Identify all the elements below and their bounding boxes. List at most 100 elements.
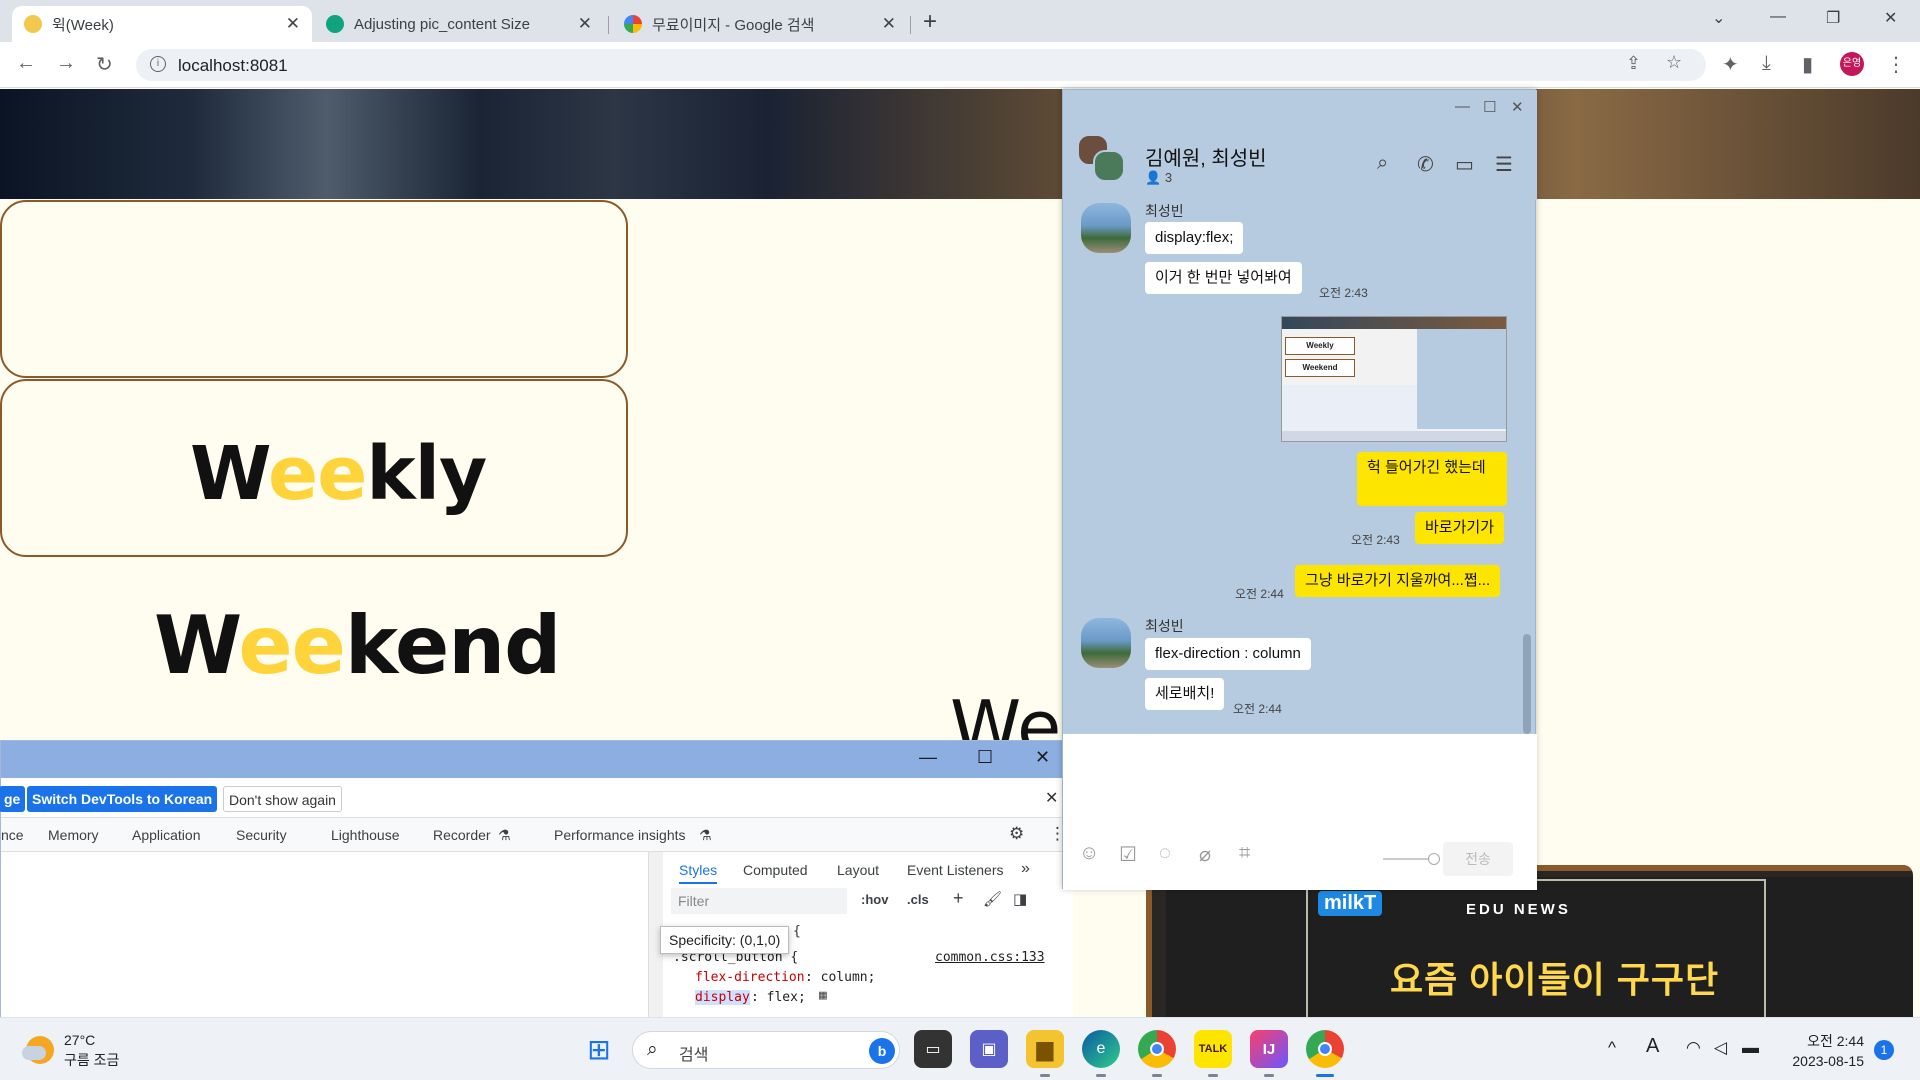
attachment-icon[interactable]: ⌀ xyxy=(1199,842,1211,867)
settings-gear-icon[interactable]: ⚙ xyxy=(1009,824,1024,844)
restore-icon[interactable]: ❐ xyxy=(1826,8,1840,28)
styles-filter-input[interactable]: Filter xyxy=(671,888,847,914)
chat-menu-icon[interactable]: ☰ xyxy=(1495,152,1513,177)
css-value-column[interactable]: : column; xyxy=(805,970,875,985)
battery-icon[interactable]: ▬ xyxy=(1742,1038,1759,1058)
chrome-active-icon[interactable] xyxy=(1306,1030,1344,1068)
tab-layout[interactable]: Layout xyxy=(837,862,879,878)
tab-application[interactable]: Application xyxy=(132,827,201,843)
bing-icon[interactable]: b xyxy=(869,1038,895,1064)
forward-icon[interactable]: → xyxy=(56,52,76,75)
reload-icon[interactable]: ↻ xyxy=(96,52,113,77)
tab-event-listeners[interactable]: Event Listeners xyxy=(907,862,1004,878)
search-icon[interactable]: ⌕ xyxy=(1377,152,1388,175)
volume-icon[interactable]: ◁ xyxy=(1714,1038,1727,1058)
switch-language-button[interactable]: Switch DevTools to Korean xyxy=(27,786,218,812)
file-explorer-icon[interactable]: ▆ xyxy=(1026,1030,1064,1068)
tab-styles[interactable]: Styles xyxy=(679,862,718,884)
message-bubble[interactable]: display:flex; xyxy=(1145,222,1244,254)
chat-minimize-icon[interactable]: — xyxy=(1455,98,1470,115)
notification-badge[interactable]: 1 xyxy=(1874,1040,1894,1060)
site-info-icon[interactable]: i xyxy=(150,56,166,72)
side-panel-icon[interactable]: ▮ xyxy=(1802,52,1813,77)
hov-toggle[interactable]: :hov xyxy=(861,892,888,907)
group-avatar[interactable] xyxy=(1077,134,1125,182)
address-bar[interactable]: i localhost:8081 ⇪ ☆ xyxy=(136,49,1706,81)
tab-search-icon[interactable]: ⌄ xyxy=(1712,8,1725,28)
close-tab-icon[interactable]: ✕ xyxy=(882,14,896,34)
tab-recorder[interactable]: Recorder xyxy=(433,827,491,843)
teams-chat-icon[interactable]: ▣ xyxy=(970,1030,1008,1068)
phone-icon[interactable]: ✆ xyxy=(1417,152,1434,177)
ime-indicator-icon[interactable]: A xyxy=(1646,1035,1659,1058)
weekend-title[interactable]: Weekend xyxy=(154,599,561,692)
weather-widget[interactable]: 27°C 구름 조금 xyxy=(22,1030,182,1072)
chat-scrollbar[interactable] xyxy=(1523,634,1531,734)
my-message-bubble[interactable]: 그냥 바로가기 지울까여...쩝... xyxy=(1295,565,1501,597)
video-call-icon[interactable]: ▭ xyxy=(1455,152,1474,177)
more-tabs-icon[interactable]: » xyxy=(1021,860,1030,878)
minimize-icon[interactable]: — xyxy=(1770,8,1786,26)
sender-avatar[interactable] xyxy=(1081,618,1131,668)
css-prop-display[interactable]: display xyxy=(695,990,750,1005)
cls-toggle[interactable]: .cls xyxy=(907,892,929,907)
tab-computed[interactable]: Computed xyxy=(743,862,808,878)
chat-maximize-icon[interactable]: ☐ xyxy=(1483,98,1496,116)
sender-avatar[interactable] xyxy=(1081,203,1131,253)
devtools-close-icon[interactable]: ✕ xyxy=(1035,747,1050,768)
flexbox-editor-icon[interactable]: ▦ xyxy=(819,988,827,1003)
chat-close-icon[interactable]: ✕ xyxy=(1511,98,1524,116)
calendar-icon[interactable]: ☑ xyxy=(1119,842,1137,867)
screenshot-image-message[interactable]: Weekly Weekend xyxy=(1281,316,1507,442)
wifi-icon[interactable]: ◠ xyxy=(1686,1038,1701,1058)
tab-adjusting[interactable]: Adjusting pic_content Size ✕ xyxy=(314,6,604,42)
close-window-icon[interactable]: ✕ xyxy=(1884,8,1897,28)
banner-close-icon[interactable]: ✕ xyxy=(1045,788,1058,808)
my-message-bubble[interactable]: 헉 들어가긴 했는데 xyxy=(1357,452,1507,506)
edge-icon[interactable]: e xyxy=(1082,1030,1120,1068)
close-tab-icon[interactable]: ✕ xyxy=(286,14,300,34)
share-icon[interactable]: ⇪ xyxy=(1626,53,1641,74)
css-value-flex[interactable]: : flex; xyxy=(751,990,806,1005)
emoticon-icon[interactable]: ☺ xyxy=(1079,842,1099,865)
new-tab-icon[interactable]: + xyxy=(923,8,937,36)
intellij-icon[interactable]: IJ xyxy=(1250,1030,1288,1068)
task-view-icon[interactable]: ▭ xyxy=(914,1030,952,1068)
profile-avatar[interactable]: 은영 xyxy=(1840,52,1864,76)
tab-lighthouse[interactable]: Lighthouse xyxy=(331,827,400,843)
message-bubble[interactable]: 이거 한 번만 넣어봐여 xyxy=(1145,262,1302,294)
tab-performance[interactable]: nce xyxy=(1,827,24,843)
devtools-minimize-icon[interactable]: — xyxy=(919,747,937,768)
devtools-maximize-icon[interactable]: ☐ xyxy=(977,747,993,768)
back-icon[interactable]: ← xyxy=(16,52,36,75)
send-button[interactable]: 전송 xyxy=(1443,842,1513,876)
capture-icon[interactable]: ⌗ xyxy=(1239,842,1250,865)
menu-icon[interactable]: ⋮ xyxy=(1886,52,1906,77)
transparency-slider[interactable] xyxy=(1383,853,1440,865)
show-hidden-icons-icon[interactable]: ^ xyxy=(1608,1038,1616,1058)
paint-brush-icon[interactable]: 🖌 xyxy=(983,890,1002,908)
taskbar-search[interactable]: ⌕ 검색 b xyxy=(632,1031,900,1069)
windows-start-icon[interactable]: ⊞ xyxy=(580,1030,618,1068)
message-input-area[interactable]: ☺ ☑ ◌ ⌀ ⌗ 전송 xyxy=(1063,734,1537,890)
close-tab-icon[interactable]: ✕ xyxy=(578,14,592,34)
css-source-link[interactable]: common.css:133 xyxy=(935,950,1045,965)
css-prop-flex-direction[interactable]: flex-direction xyxy=(695,970,805,985)
tab-performance-insights[interactable]: Performance insights xyxy=(554,827,686,843)
weekly-card[interactable]: Weekly xyxy=(0,379,628,557)
new-style-rule-icon[interactable]: + xyxy=(953,888,964,909)
tab-security[interactable]: Security xyxy=(236,827,287,843)
kakaotalk-icon[interactable]: TALK xyxy=(1194,1030,1232,1068)
speech-bubble-icon[interactable]: ◌ xyxy=(1159,842,1171,865)
tab-week[interactable]: 윅(Week) ✕ xyxy=(12,6,312,42)
tab-google[interactable]: 무료이미지 - Google 검색 ✕ xyxy=(612,6,908,42)
download-icon[interactable]: ⤓ xyxy=(1762,52,1771,75)
bookmark-star-icon[interactable]: ☆ xyxy=(1666,52,1682,73)
system-clock[interactable]: 오전 2:44 2023-08-15 xyxy=(1784,1031,1864,1071)
message-bubble[interactable]: 세로배치! xyxy=(1145,678,1225,710)
partial-button[interactable]: ge xyxy=(0,786,26,812)
tab-memory[interactable]: Memory xyxy=(48,827,99,843)
dont-show-again-button[interactable]: Don't show again xyxy=(223,786,342,812)
extensions-icon[interactable]: ✦ xyxy=(1722,52,1739,77)
chrome-icon[interactable] xyxy=(1138,1030,1176,1068)
